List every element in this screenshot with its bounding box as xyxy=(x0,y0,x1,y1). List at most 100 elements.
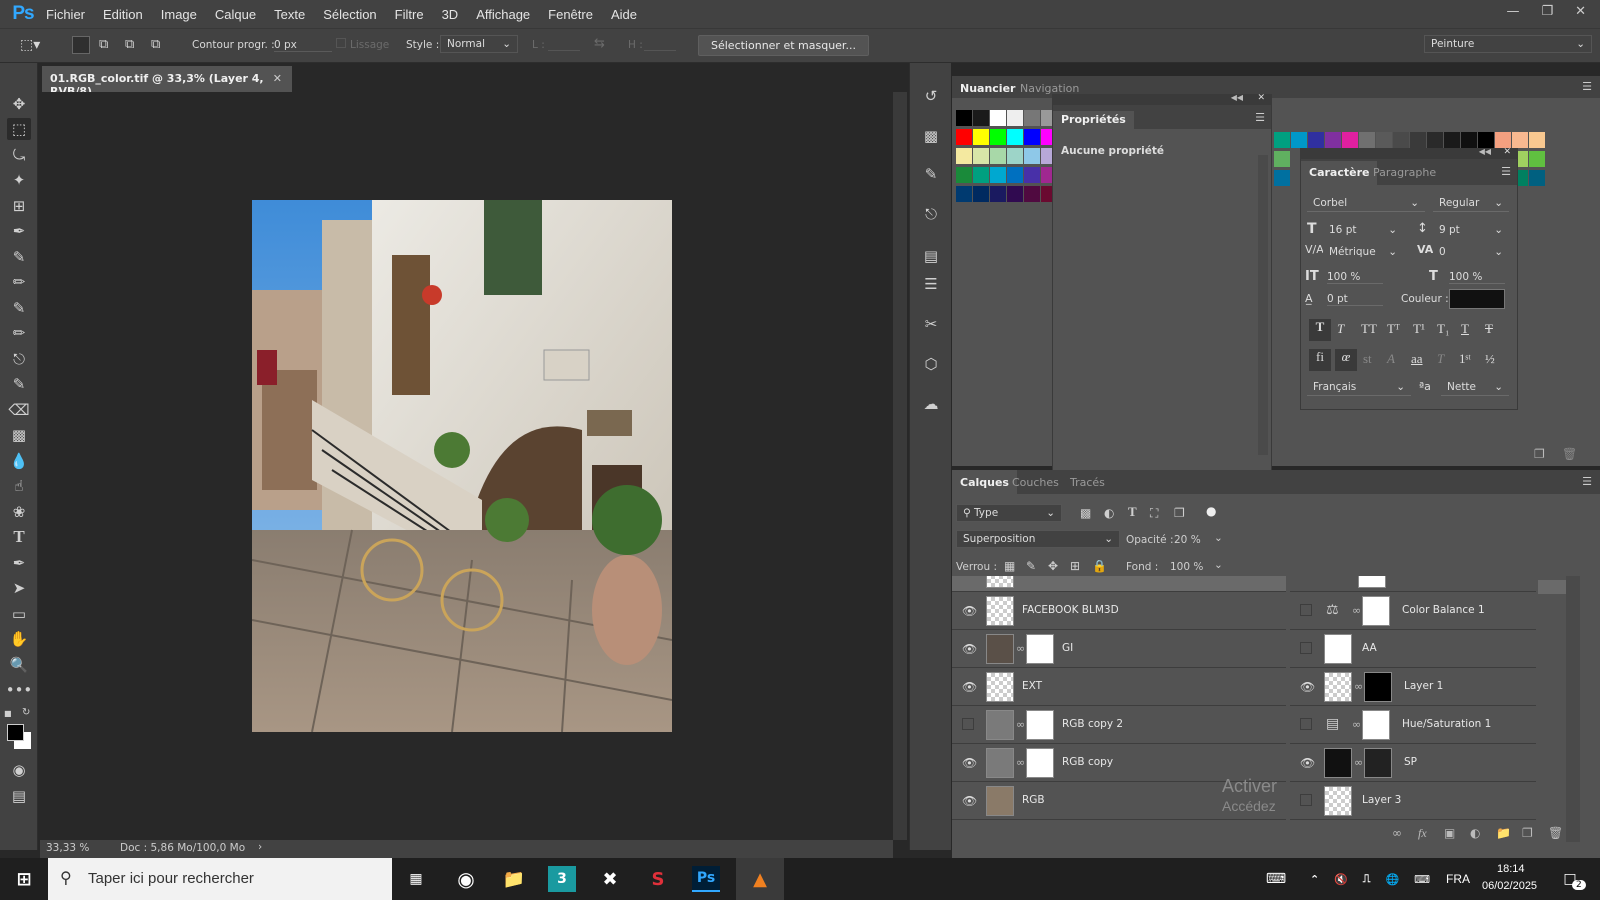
subscript-icon[interactable]: T₁ xyxy=(1437,321,1449,337)
superscript-icon[interactable]: T¹ xyxy=(1413,321,1425,337)
opacity-dropdown-icon[interactable]: ⌄ xyxy=(1214,532,1223,544)
lock-position-icon[interactable]: ✥ xyxy=(1048,559,1058,573)
horizontal-scale-field[interactable]: 100 % xyxy=(1449,271,1505,284)
histogram-icon[interactable]: ▩ xyxy=(919,127,943,149)
tab-calques[interactable]: Calques xyxy=(952,470,1017,495)
swatch[interactable] xyxy=(1291,132,1307,148)
zoom-level[interactable]: 33,33 % xyxy=(46,842,89,854)
antialias-dropdown[interactable]: Nette ⌄ xyxy=(1441,379,1509,396)
lasso-tool-icon[interactable]: ⤿ xyxy=(7,144,31,166)
language-dropdown[interactable]: Français ⌄ xyxy=(1307,379,1411,396)
vlc-icon[interactable]: ▲ xyxy=(736,858,784,900)
blend-mode-dropdown[interactable]: Superposition ⌄ xyxy=(956,530,1120,548)
type-tool-icon[interactable]: T xyxy=(7,526,31,548)
swatch[interactable] xyxy=(1007,148,1023,164)
menu-affichage[interactable]: Affichage xyxy=(476,7,530,22)
layer-row[interactable]: ⚖ ∞ Color Balance 1 xyxy=(1290,592,1536,630)
filter-toggle-icon[interactable]: ● xyxy=(1206,504,1216,518)
rectangular-marquee-icon[interactable]: ⬚ xyxy=(7,118,31,140)
layers-menu-icon[interactable]: ☰ xyxy=(1582,475,1592,488)
status-menu-arrow-icon[interactable]: › xyxy=(258,841,262,853)
swatch[interactable] xyxy=(1461,132,1477,148)
smudge-tool-icon[interactable]: ☝ xyxy=(7,475,31,497)
workspace-dropdown[interactable]: Peinture ⌄ xyxy=(1424,35,1592,53)
fractions-icon[interactable]: ½ xyxy=(1485,351,1495,367)
layer-row[interactable]: ▤ ∞ Hue/Saturation 1 xyxy=(1290,706,1536,744)
new-layer-icon[interactable]: ❐ xyxy=(1522,826,1533,840)
filter-smart-object-icon[interactable]: ❐ xyxy=(1174,506,1185,520)
feather-input[interactable]: 0 px xyxy=(274,39,332,52)
tray-chevron-icon[interactable]: ⌃ xyxy=(1310,873,1319,886)
leading-field[interactable]: 9 pt ⌄ xyxy=(1433,222,1509,238)
swatch[interactable] xyxy=(1529,132,1545,148)
path-selection-icon[interactable]: ➤ xyxy=(7,577,31,599)
visibility-eye-icon[interactable]: 👁 xyxy=(962,756,977,770)
layer-row[interactable]: 👁 ∞ SP xyxy=(1290,744,1536,782)
marquee-tool-preset-icon[interactable]: ⬚▾ xyxy=(20,37,40,53)
minimize-icon[interactable]: — xyxy=(1506,4,1519,19)
swatch[interactable] xyxy=(1274,132,1290,148)
eyedropper-icon[interactable]: ✒ xyxy=(7,220,31,242)
style-dropdown[interactable]: Normal ⌄ xyxy=(440,35,518,53)
link-layers-icon[interactable]: ∞ xyxy=(1392,826,1402,840)
tab-nuancier[interactable]: Nuancier xyxy=(960,82,1015,95)
swatch[interactable] xyxy=(1274,170,1290,186)
default-colors-icon[interactable]: ■ xyxy=(4,709,16,718)
close-panel-icon[interactable]: ✕ xyxy=(1503,147,1511,157)
faux-bold-icon[interactable]: T xyxy=(1309,319,1331,341)
mixer-brush-icon[interactable]: ✎ xyxy=(7,297,31,319)
underline-icon[interactable]: T xyxy=(1461,321,1469,337)
font-style-dropdown[interactable]: Regular ⌄ xyxy=(1433,195,1509,212)
layer-row[interactable]: 👁 EXT xyxy=(952,668,1286,706)
sponge-tool-icon[interactable]: ❀ xyxy=(7,501,31,523)
lock-pixels-icon[interactable]: ✎ xyxy=(1026,559,1036,573)
swatch[interactable] xyxy=(973,110,989,126)
mask-link-icon[interactable]: ∞ xyxy=(1354,756,1363,769)
font-size-field[interactable]: 16 pt ⌄ xyxy=(1323,222,1403,238)
properties-menu-icon[interactable]: ☰ xyxy=(1255,111,1265,124)
swap-icon[interactable]: ⇆ xyxy=(594,36,605,51)
small-caps-icon[interactable]: Tᵀ xyxy=(1387,321,1400,337)
menu-aide[interactable]: Aide xyxy=(611,7,637,22)
menu-selection[interactable]: Sélection xyxy=(323,7,376,22)
fill-dropdown-icon[interactable]: ⌄ xyxy=(1214,559,1223,571)
clock-time[interactable]: 18:14 xyxy=(1497,863,1525,875)
visibility-toggle-off[interactable] xyxy=(1300,604,1312,616)
task-view-icon[interactable]: ▦ xyxy=(402,866,430,892)
pen-tool-icon[interactable]: ✒ xyxy=(7,552,31,574)
new-group-icon[interactable]: 📁 xyxy=(1496,826,1511,840)
swap-colors-icon[interactable]: ↻ xyxy=(22,707,30,718)
swatches-menu-icon[interactable]: ☰ xyxy=(1582,80,1592,93)
network-icon[interactable]: ⎍ xyxy=(1363,872,1371,886)
swatch[interactable] xyxy=(1478,132,1494,148)
swatch[interactable] xyxy=(990,129,1006,145)
close-panel-icon[interactable]: ✕ xyxy=(1257,93,1265,103)
menu-filtre[interactable]: Filtre xyxy=(395,7,424,22)
screen-mode-icon[interactable]: ▤ xyxy=(7,785,31,807)
collapse-icon[interactable]: ◀◀ xyxy=(1479,147,1491,156)
baseline-shift-field[interactable]: 0 pt xyxy=(1327,293,1383,306)
swatch[interactable] xyxy=(956,148,972,164)
swatch[interactable] xyxy=(956,167,972,183)
antialias-checkbox[interactable] xyxy=(336,38,346,48)
canvas-scrollbar[interactable] xyxy=(893,92,907,840)
add-mask-icon[interactable]: ▣ xyxy=(1444,826,1455,840)
language-indicator[interactable]: FRA xyxy=(1446,872,1470,886)
delete-swatch-icon[interactable]: 🗑 xyxy=(1562,447,1577,461)
menu-3d[interactable]: 3D xyxy=(442,7,459,22)
rectangle-tool-icon[interactable]: ▭ xyxy=(7,603,31,625)
visibility-eye-icon[interactable]: 👁 xyxy=(962,680,977,694)
photoshop-taskbar-icon[interactable]: Ps xyxy=(692,866,720,892)
height-input[interactable] xyxy=(644,39,676,51)
keyboard-icon[interactable]: ⌨ xyxy=(1262,866,1290,892)
swatch[interactable] xyxy=(1024,186,1040,202)
swatch[interactable] xyxy=(1274,151,1290,167)
zbrush-icon[interactable]: ✖ xyxy=(596,866,624,892)
all-caps-icon[interactable]: TT xyxy=(1361,321,1377,337)
delete-layer-icon[interactable]: 🗑 xyxy=(1548,826,1563,840)
alternate-ligatures-icon[interactable]: œ xyxy=(1335,349,1357,371)
swatch[interactable] xyxy=(1007,110,1023,126)
healing-brush-icon[interactable]: ✎ xyxy=(7,246,31,268)
swatch[interactable] xyxy=(990,110,1006,126)
layer-row[interactable]: Layer 3 xyxy=(1290,782,1536,820)
